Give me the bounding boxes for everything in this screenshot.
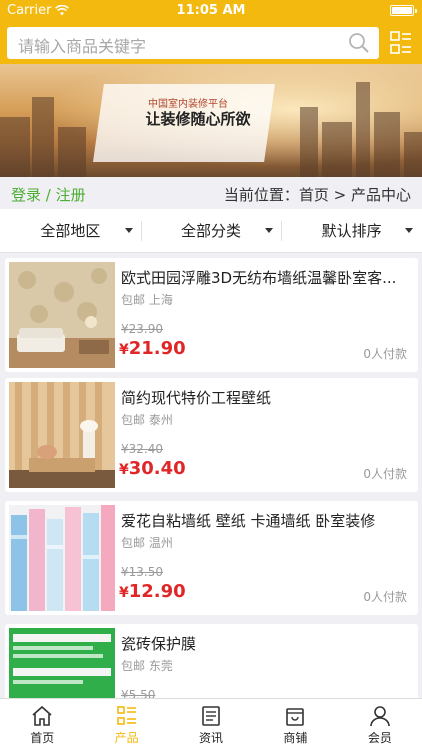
shipping-info: 包邮 上海 (121, 293, 173, 307)
search-input[interactable]: 请输入商品关键字 (7, 27, 379, 59)
filter-label: 全部分类 (181, 222, 242, 240)
tab-news[interactable]: 资讯 (169, 699, 253, 750)
tab-member[interactable]: 会员 (338, 699, 422, 750)
original-price: ¥32.40 (121, 442, 163, 456)
tab-label: 商铺 (283, 731, 308, 745)
news-icon (202, 706, 220, 726)
battery-icon (390, 5, 417, 16)
category-menu-icon[interactable] (390, 31, 412, 55)
original-price: ¥23.90 (121, 322, 163, 336)
original-price: ¥5.50 (121, 688, 156, 698)
banner-slogan: 让装修随心所欲 (145, 110, 251, 128)
shop-icon (286, 708, 305, 726)
product-card[interactable]: 爱花自粘墙纸 壁纸 卡通墙纸 卧室装修 包邮 温州 ¥13.50 ¥12.90 … (5, 501, 418, 615)
clock: 11:05 AM (176, 3, 246, 18)
product-card[interactable]: 欧式田园浮雕3D无纺布墙纸温馨卧室客... 包邮 上海 ¥23.90 ¥21.9… (5, 258, 418, 372)
product-image (9, 262, 115, 368)
tab-products[interactable]: 产品 (84, 699, 168, 750)
dropdown-arrow-icon (405, 228, 414, 233)
tab-label: 资讯 (199, 731, 224, 745)
filter-region[interactable]: 全部地区 (0, 209, 141, 252)
currency-symbol: ¥ (119, 462, 129, 478)
product-card[interactable]: 简约现代特价工程壁纸 包邮 泰州 ¥32.40 ¥30.40 0人付款 (5, 378, 418, 492)
filter-label: 默认排序 (321, 222, 382, 240)
home-icon (32, 705, 52, 726)
status-bar: Carrier 11:05 AM (0, 0, 422, 22)
filter-bar: 全部地区 全部分类 默认排序 (0, 209, 422, 253)
product-title: 瓷砖保护膜 (121, 635, 197, 653)
filter-label: 全部地区 (40, 222, 101, 240)
tab-home[interactable]: 首页 (0, 699, 84, 750)
breadcrumb: 当前位置：首页 > 产品中心 (223, 186, 411, 204)
tab-bar: 首页 产品 资讯 商铺 会员 (0, 698, 422, 750)
dropdown-arrow-icon (265, 228, 274, 233)
original-price: ¥13.50 (121, 565, 163, 579)
filter-category[interactable]: 全部分类 (140, 209, 282, 252)
product-title: 欧式田园浮雕3D无纺布墙纸温馨卧室客... (121, 269, 397, 287)
price-value: 30.40 (128, 458, 186, 479)
product-card[interactable]: 瓷砖保护膜 包邮 东莞 ¥5.50 (5, 624, 418, 698)
sales-count: 0人付款 (363, 467, 407, 481)
product-image (9, 382, 115, 488)
promo-banner[interactable]: 中国室内装修平台 让装修随心所欲 (0, 64, 422, 177)
price-value: 21.90 (128, 338, 186, 359)
product-list: 欧式田园浮雕3D无纺布墙纸温馨卧室客... 包邮 上海 ¥23.90 ¥21.9… (0, 253, 422, 698)
search-placeholder: 请输入商品关键字 (18, 37, 147, 56)
shipping-info: 包邮 温州 (121, 536, 173, 550)
product-image (9, 628, 115, 698)
price-value: 12.90 (128, 581, 186, 602)
shipping-info: 包邮 泰州 (121, 413, 173, 427)
login-register-link[interactable]: 登录 / 注册 (11, 184, 86, 205)
product-price: ¥21.90 (119, 338, 186, 359)
product-title: 爱花自粘墙纸 壁纸 卡通墙纸 卧室装修 (121, 512, 376, 530)
tab-label: 会员 (367, 731, 392, 745)
top-bar: Carrier 11:05 AM 请输入商品关键字 (0, 0, 422, 64)
currency-symbol: ¥ (119, 585, 129, 601)
product-price: ¥12.90 (119, 581, 186, 602)
product-price: ¥30.40 (119, 458, 186, 479)
currency-symbol: ¥ (119, 342, 129, 358)
list-icon (116, 706, 136, 725)
tab-label: 产品 (114, 731, 139, 745)
sales-count: 0人付款 (363, 347, 407, 361)
tab-shop[interactable]: 商铺 (253, 699, 337, 750)
dropdown-arrow-icon (124, 228, 133, 233)
filter-sort[interactable]: 默认排序 (281, 209, 422, 252)
shipping-info: 包邮 东莞 (121, 659, 173, 673)
sales-count: 0人付款 (363, 590, 407, 604)
location-bar: 登录 / 注册 当前位置：首页 > 产品中心 (0, 177, 422, 209)
product-image (9, 505, 115, 611)
tab-label: 首页 (30, 731, 55, 745)
product-title: 简约现代特价工程壁纸 (121, 389, 272, 407)
user-icon (370, 706, 390, 727)
search-icon[interactable] (348, 32, 370, 54)
